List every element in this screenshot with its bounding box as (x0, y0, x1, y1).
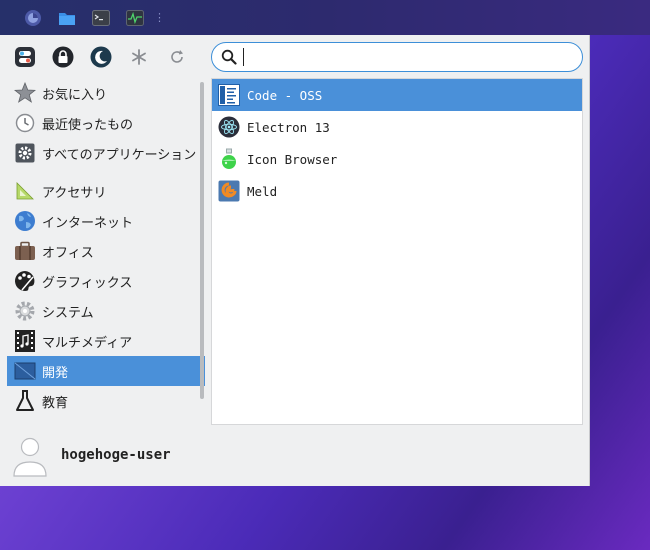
code-oss-icon (217, 83, 241, 107)
category-label: オフィス (42, 245, 94, 261)
palette-icon (13, 269, 37, 293)
category-item-accessories[interactable]: アクセサリ (7, 176, 205, 206)
top-panel: ⋮ (0, 0, 650, 486)
application-menu: お気に入り 最近使ったもの すべてのアプリケーション アクセサリ インターネット (0, 35, 590, 486)
category-item-multimedia[interactable]: マルチメディア (7, 326, 205, 356)
flask-icon (13, 389, 37, 413)
avatar-icon (13, 437, 47, 477)
file-manager-icon (59, 12, 75, 25)
category-item-education[interactable]: 教育 (7, 386, 205, 416)
firefox-launcher[interactable] (16, 0, 50, 35)
star-icon (13, 81, 37, 105)
settings-manager-button[interactable] (12, 44, 38, 70)
category-label: すべてのアプリケーション (42, 147, 197, 163)
cog-icon (13, 299, 37, 323)
category-item-partial[interactable] (7, 416, 205, 428)
menu-toolbar (12, 43, 202, 71)
app-label: Code - OSS (247, 87, 323, 103)
meld-icon (217, 179, 241, 203)
film-icon (13, 329, 37, 353)
category-label: インターネット (42, 215, 134, 231)
category-label: 開発 (42, 365, 69, 381)
app-item-electron[interactable]: Electron 13 (212, 111, 582, 143)
asterisk-icon (132, 49, 146, 65)
category-label: アクセサリ (42, 185, 107, 201)
app-label: Meld (247, 183, 278, 199)
category-label: 最近使ったもの (42, 117, 134, 133)
category-label: システム (42, 305, 94, 321)
category-label: お気に入り (42, 87, 108, 103)
app-label: Electron 13 (247, 119, 330, 135)
partial-icon (13, 419, 37, 428)
clock-icon (13, 111, 37, 135)
search-icon (221, 49, 237, 65)
app-item-code-oss[interactable]: Code - OSS (212, 79, 582, 111)
app-item-meld[interactable]: Meld (212, 175, 582, 207)
search-input[interactable] (250, 47, 570, 67)
search-box[interactable] (211, 42, 583, 72)
category-item-graphics[interactable]: グラフィックス (7, 266, 205, 296)
app-label: Icon Browser (247, 151, 338, 167)
category-item-office[interactable]: オフィス (7, 236, 205, 266)
file-manager-launcher[interactable] (50, 0, 84, 35)
category-item-internet[interactable]: インターネット (7, 206, 205, 236)
category-label: マルチメディア (42, 335, 133, 351)
system-monitor-icon (126, 9, 144, 26)
moon-icon (90, 46, 112, 68)
user-info: hogehoge-user (12, 432, 171, 478)
gear-icon (13, 141, 37, 165)
category-scrollbar[interactable] (200, 82, 204, 399)
category-item-all-applications[interactable]: すべてのアプリケーション (7, 138, 205, 168)
app-item-icon-browser[interactable]: Icon Browser (212, 143, 582, 175)
development-icon (13, 359, 37, 383)
settings-toggle-icon (15, 47, 35, 67)
lock-screen-button[interactable] (50, 44, 76, 70)
potion-icon (217, 147, 241, 171)
category-item-development[interactable]: 開発 (7, 356, 205, 386)
category-item-system[interactable]: システム (7, 296, 205, 326)
refresh-button[interactable] (164, 44, 190, 70)
category-item-favorites[interactable]: お気に入り (7, 78, 205, 108)
text-caret (243, 48, 244, 66)
ruler-icon (13, 179, 37, 203)
briefcase-icon (13, 239, 37, 263)
system-monitor-launcher[interactable] (118, 0, 152, 35)
lock-icon (52, 46, 74, 68)
panel-handle[interactable]: ⋮ (154, 11, 165, 24)
user-name: hogehoge-user (61, 447, 171, 463)
category-label: グラフィックス (42, 275, 133, 291)
logout-button[interactable] (88, 44, 114, 70)
terminal-icon (92, 9, 110, 26)
globe-icon (13, 209, 37, 233)
application-list: Code - OSS Electron 13 Icon Browser Meld (211, 78, 583, 425)
refresh-icon (171, 50, 183, 63)
electron-icon (217, 115, 241, 139)
firefox-icon (25, 9, 41, 26)
category-item-recent[interactable]: 最近使ったもの (7, 108, 205, 138)
category-label: 教育 (42, 395, 69, 411)
terminal-launcher[interactable] (84, 0, 118, 35)
asterisk-button[interactable] (126, 44, 152, 70)
category-list: お気に入り 最近使ったもの すべてのアプリケーション アクセサリ インターネット (7, 78, 205, 428)
